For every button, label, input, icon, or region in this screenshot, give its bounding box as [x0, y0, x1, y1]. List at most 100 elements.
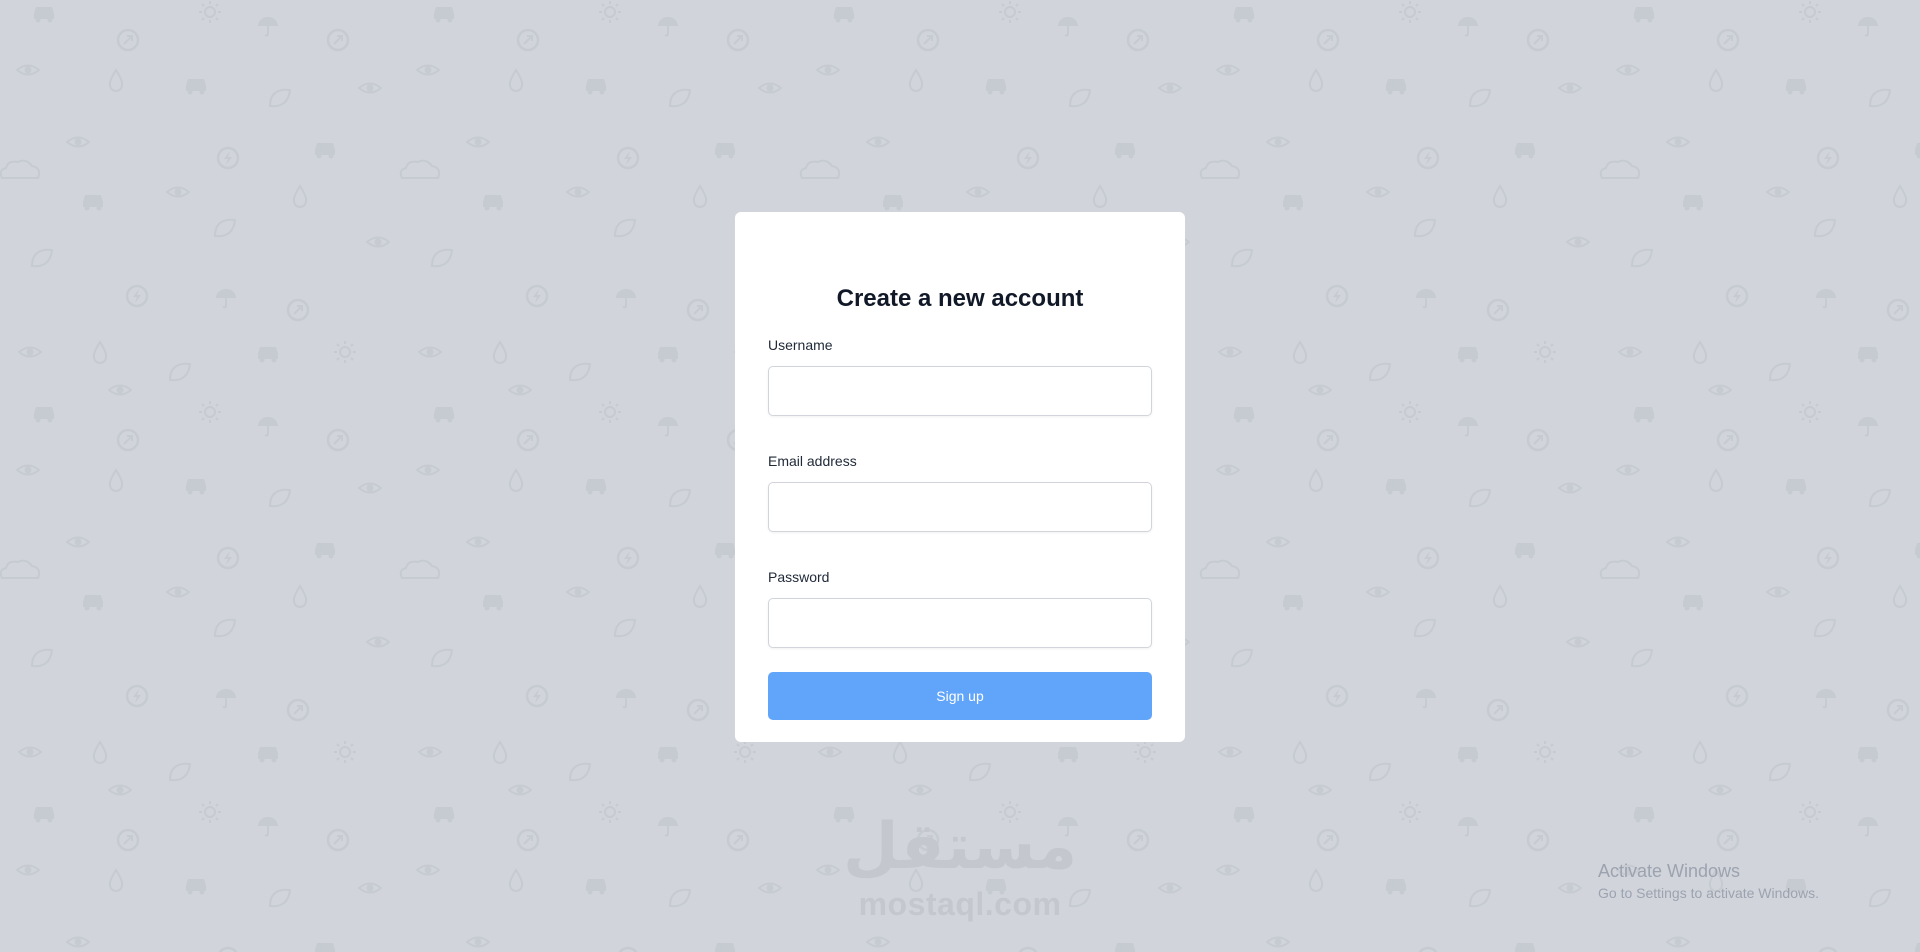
recycle-icon	[286, 698, 310, 722]
email-input[interactable]	[768, 482, 1152, 532]
car-icon	[483, 195, 503, 211]
drop-icon	[108, 69, 124, 92]
drop-icon	[508, 469, 524, 492]
username-input[interactable]	[768, 366, 1152, 416]
eye-icon	[358, 882, 382, 894]
cloud-icon	[0, 559, 41, 579]
recycle-icon	[516, 828, 540, 852]
lightning-icon	[616, 146, 640, 170]
recycle-icon	[116, 428, 140, 452]
drop-icon	[1292, 741, 1308, 764]
car-icon	[83, 195, 103, 211]
sun-icon	[598, 400, 622, 424]
eye-icon	[1766, 186, 1790, 198]
car-icon	[1515, 143, 1535, 159]
eye-icon	[566, 186, 590, 198]
car-icon	[1234, 807, 1254, 823]
umbrella-icon	[1457, 416, 1479, 437]
leaf-icon	[1469, 88, 1491, 108]
leaf-icon	[1414, 618, 1436, 638]
eye-icon	[1666, 936, 1690, 948]
car-icon	[1386, 79, 1406, 95]
car-icon	[883, 195, 903, 211]
eye-icon	[966, 186, 990, 198]
umbrella-icon	[257, 416, 279, 437]
leaf-icon	[1231, 648, 1253, 668]
password-input[interactable]	[768, 598, 1152, 648]
car-icon	[1458, 747, 1478, 763]
car-icon	[1386, 879, 1406, 895]
leaf-icon	[1814, 218, 1836, 238]
car-icon	[1458, 347, 1478, 363]
leaf-icon	[1769, 762, 1791, 782]
umbrella-icon	[615, 288, 637, 309]
car-icon	[1915, 143, 1920, 159]
eye-icon	[466, 936, 490, 948]
umbrella-icon	[615, 688, 637, 709]
recycle-icon	[1126, 28, 1150, 52]
umbrella-icon	[215, 688, 237, 709]
eye-icon	[416, 64, 440, 76]
lightning-icon	[1325, 284, 1349, 308]
umbrella-icon	[1457, 16, 1479, 37]
lightning-icon	[1816, 546, 1840, 570]
eye-icon	[466, 136, 490, 148]
umbrella-icon	[1815, 288, 1837, 309]
umbrella-icon	[1057, 16, 1079, 37]
eye-icon	[66, 536, 90, 548]
umbrella-icon	[1057, 816, 1079, 837]
car-icon	[34, 807, 54, 823]
recycle-icon	[286, 298, 310, 322]
leaf-icon	[1769, 362, 1791, 382]
recycle-icon	[686, 298, 710, 322]
lightning-icon	[525, 284, 549, 308]
car-icon	[1683, 595, 1703, 611]
eye-icon	[1158, 882, 1182, 894]
eye-icon	[1766, 586, 1790, 598]
signup-card: Create a new account Username Email addr…	[735, 212, 1185, 742]
eye-icon	[1158, 82, 1182, 94]
car-icon	[1915, 943, 1920, 952]
drop-icon	[1492, 185, 1508, 208]
umbrella-icon	[1457, 816, 1479, 837]
eye-icon	[818, 746, 842, 758]
drop-icon	[692, 185, 708, 208]
drop-icon	[1708, 69, 1724, 92]
recycle-icon	[1886, 698, 1910, 722]
leaf-icon	[269, 88, 291, 108]
sun-icon	[598, 800, 622, 824]
sun-icon	[333, 340, 357, 364]
car-icon	[834, 807, 854, 823]
recycle-icon	[326, 828, 350, 852]
eye-icon	[16, 864, 40, 876]
recycle-icon	[1526, 428, 1550, 452]
recycle-icon	[1716, 28, 1740, 52]
leaf-icon	[1369, 762, 1391, 782]
eye-icon	[508, 384, 532, 396]
eye-icon	[1618, 746, 1642, 758]
umbrella-icon	[1415, 288, 1437, 309]
leaf-icon	[1869, 888, 1891, 908]
recycle-icon	[1886, 298, 1910, 322]
drop-icon	[1308, 469, 1324, 492]
car-icon	[1386, 479, 1406, 495]
leaf-icon	[1869, 88, 1891, 108]
recycle-icon	[726, 828, 750, 852]
umbrella-icon	[1857, 816, 1879, 837]
sun-icon	[598, 0, 622, 24]
cloud-icon	[399, 159, 441, 179]
leaf-icon	[969, 762, 991, 782]
sign-up-button[interactable]: Sign up	[768, 672, 1152, 720]
eye-icon	[466, 536, 490, 548]
car-icon	[34, 407, 54, 423]
car-icon	[434, 807, 454, 823]
eye-icon	[1218, 346, 1242, 358]
eye-icon	[1616, 464, 1640, 476]
car-icon	[1234, 407, 1254, 423]
leaf-icon	[31, 648, 53, 668]
car-icon	[1858, 747, 1878, 763]
car-icon	[1915, 543, 1920, 559]
lightning-icon	[1416, 146, 1440, 170]
drop-icon	[1308, 69, 1324, 92]
email-label: Email address	[768, 453, 857, 469]
